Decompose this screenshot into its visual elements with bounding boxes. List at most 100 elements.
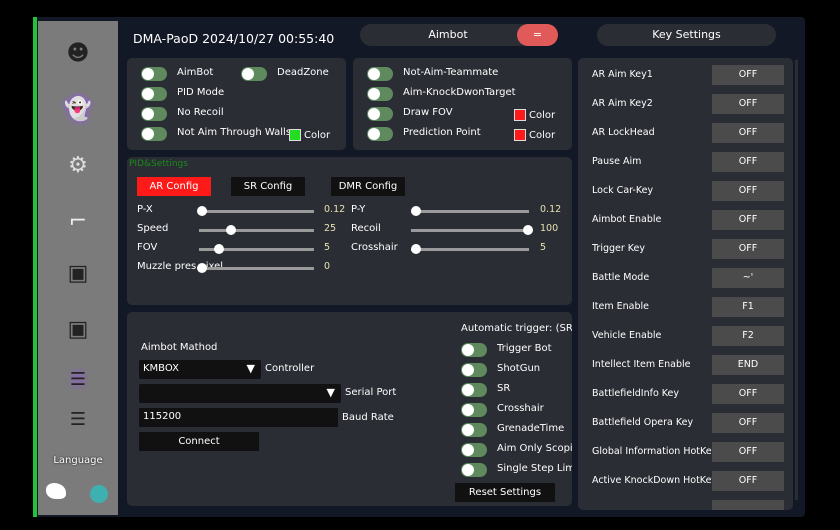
trigger-toggle[interactable]: [461, 463, 487, 477]
slider-track[interactable]: [411, 206, 529, 216]
slider-knob[interactable]: [197, 206, 207, 216]
slider-knob[interactable]: [523, 225, 533, 235]
china-map-icon[interactable]: [46, 483, 66, 499]
slider-track[interactable]: [199, 244, 314, 254]
not-aim-teammate-toggle[interactable]: [367, 67, 393, 81]
key-label: Trigger Key: [592, 243, 646, 254]
key-bind-button[interactable]: OFF: [712, 123, 784, 143]
slider-label: Recoil: [351, 223, 381, 234]
chevron-down-icon: ▼: [246, 362, 255, 375]
slider-track[interactable]: [197, 206, 314, 216]
tab-ar-config[interactable]: AR Config: [137, 177, 211, 196]
slider-knob[interactable]: [225, 225, 236, 235]
scrollbar[interactable]: [795, 60, 798, 500]
ghost-icon[interactable]: 👻: [38, 97, 118, 122]
deadzone-toggle[interactable]: [241, 67, 267, 81]
tab-key-settings[interactable]: Key Settings: [597, 24, 776, 46]
key-bind-button[interactable]: [712, 500, 784, 510]
slider-track[interactable]: [411, 225, 533, 235]
not-aim-walls-label: Not Aim Through Walls: [177, 127, 292, 138]
key-bind-button[interactable]: OFF: [712, 442, 784, 462]
key-bind-button[interactable]: OFF: [712, 210, 784, 230]
prediction-color-swatch[interactable]: [514, 129, 526, 141]
box-1-icon[interactable]: ▣: [38, 261, 118, 286]
key-bind-button[interactable]: OFF: [712, 65, 784, 85]
prediction-point-toggle[interactable]: [367, 127, 393, 141]
key-bind-button[interactable]: OFF: [712, 152, 784, 172]
pid-mode-toggle[interactable]: [141, 87, 167, 101]
trigger-label: Crosshair: [497, 403, 544, 414]
no-recoil-label: No Recoil: [177, 107, 224, 118]
slider-value: 100: [540, 223, 559, 234]
engine-icon[interactable]: ⚙: [38, 153, 118, 178]
key-bind-button[interactable]: ~': [712, 268, 784, 288]
color-label: Color: [529, 130, 556, 141]
key-bind-button[interactable]: OFF: [712, 239, 784, 259]
aimbot-toggle[interactable]: [141, 67, 167, 81]
aimbot-label: AimBot: [177, 67, 214, 78]
key-bind-button[interactable]: F2: [712, 326, 784, 346]
slider-track[interactable]: [411, 244, 529, 254]
layers-2-icon[interactable]: ☰: [38, 409, 118, 430]
menu-button[interactable]: =: [517, 24, 558, 46]
key-bind-button[interactable]: OFF: [712, 471, 784, 491]
serial-port-dropdown[interactable]: ▼: [139, 384, 341, 403]
trigger-toggle[interactable]: [461, 423, 487, 437]
key-label: Battlefield Opera Key: [592, 417, 694, 428]
trigger-label: Trigger Bot: [497, 343, 552, 354]
slider-knob[interactable]: [411, 244, 421, 254]
fov-color-swatch[interactable]: [514, 109, 526, 121]
controller-dropdown[interactable]: KMBOX ▼: [139, 360, 261, 379]
trigger-toggle[interactable]: [461, 443, 487, 457]
draw-fov-label: Draw FOV: [403, 107, 453, 118]
key-label: Aimbot Enable: [592, 214, 662, 225]
trigger-toggle[interactable]: [461, 343, 487, 357]
box-2-icon[interactable]: ▣: [38, 317, 118, 342]
slider-label: P-X: [137, 204, 153, 215]
trigger-toggle[interactable]: [461, 363, 487, 377]
color-label: Color: [529, 110, 556, 121]
reset-settings-button[interactable]: Reset Settings: [455, 483, 555, 502]
key-bind-button[interactable]: F1: [712, 297, 784, 317]
slider-knob[interactable]: [411, 206, 421, 216]
key-bind-button[interactable]: OFF: [712, 94, 784, 114]
not-aim-walls-toggle[interactable]: [141, 127, 167, 141]
trigger-toggle[interactable]: [461, 383, 487, 397]
chevron-down-icon: ▼: [326, 386, 335, 399]
tab-aimbot[interactable]: Aimbot =: [360, 24, 558, 46]
key-bind-button[interactable]: OFF: [712, 384, 784, 404]
key-bind-button[interactable]: OFF: [712, 413, 784, 433]
key-label: AR LockHead: [592, 127, 655, 138]
draw-fov-toggle[interactable]: [367, 107, 393, 121]
tab-sr-config[interactable]: SR Config: [231, 177, 305, 196]
key-label: Global Information HotKey: [592, 446, 712, 457]
globe-icon[interactable]: [90, 485, 108, 503]
trigger-toggle[interactable]: [461, 403, 487, 417]
sidebar: ☻ 👻 ⚙ ⌐ ▣ ▣ ☰ ☰ Language: [38, 21, 118, 515]
key-label: Vehicle Enable: [592, 330, 662, 341]
key-bind-button[interactable]: END: [712, 355, 784, 375]
key-label: Pause Aim: [592, 156, 642, 167]
key-label: BattlefieldInfo Key: [592, 388, 679, 399]
aimbot-method-panel: Aimbot Mathod KMBOX ▼ Controller ▼ Seria…: [127, 312, 572, 506]
trigger-label: ShotGun: [497, 363, 541, 374]
tab-aimbot-label: Aimbot: [428, 28, 468, 41]
baud-rate-input[interactable]: 115200: [139, 408, 338, 427]
tab-dmr-config[interactable]: DMR Config: [331, 177, 405, 196]
layers-1-icon[interactable]: ☰: [38, 369, 118, 390]
baud-rate-label: Baud Rate: [342, 412, 394, 423]
walls-color-swatch[interactable]: [289, 129, 301, 141]
slider-track[interactable]: [199, 225, 314, 235]
connect-button[interactable]: Connect: [139, 432, 259, 451]
pistol-icon[interactable]: ⌐: [38, 209, 118, 234]
key-label: Intellect Item Enable: [592, 359, 691, 370]
slider-value: 0: [324, 261, 331, 272]
avatar-icon[interactable]: ☻: [38, 41, 118, 66]
slider-track[interactable]: [197, 263, 314, 273]
key-label: AR Aim Key2: [592, 98, 653, 109]
no-recoil-toggle[interactable]: [141, 107, 167, 121]
aim-knockdown-toggle[interactable]: [367, 87, 393, 101]
key-bind-button[interactable]: OFF: [712, 181, 784, 201]
slider-knob[interactable]: [214, 244, 225, 254]
slider-knob[interactable]: [197, 263, 207, 273]
